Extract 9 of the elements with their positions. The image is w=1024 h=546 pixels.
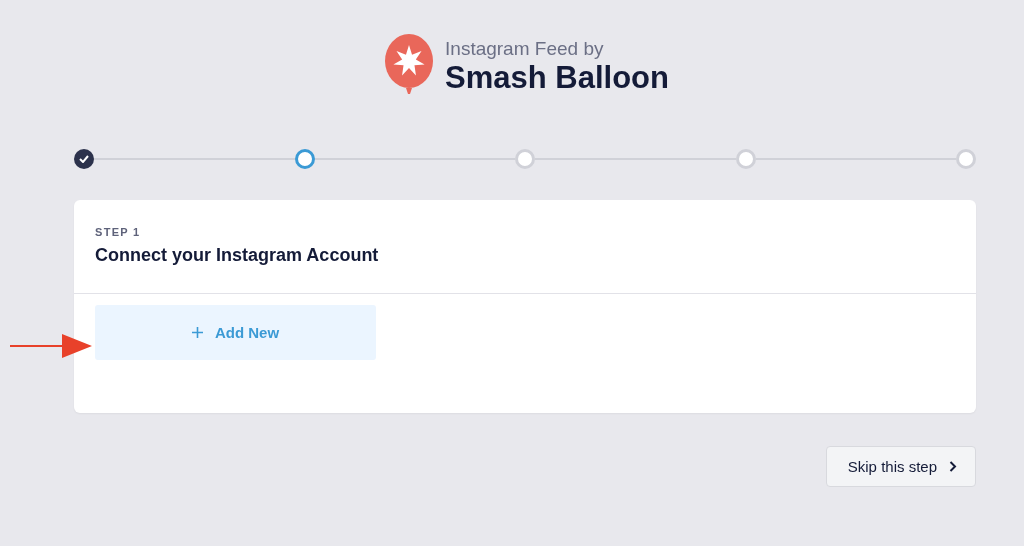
step-label: STEP 1: [95, 226, 142, 238]
step-heading: Connect your Instagram Account: [95, 245, 380, 266]
check-icon: [79, 155, 89, 163]
logo-subtitle: Instagram Feed by: [445, 38, 605, 60]
chevron-icon: [949, 461, 957, 472]
plus-icon: [191, 327, 203, 338]
skip-button[interactable]: Skip this step: [825, 446, 976, 487]
arrow-icon: [10, 332, 92, 360]
logo-title: Smash Balloon: [445, 60, 669, 96]
